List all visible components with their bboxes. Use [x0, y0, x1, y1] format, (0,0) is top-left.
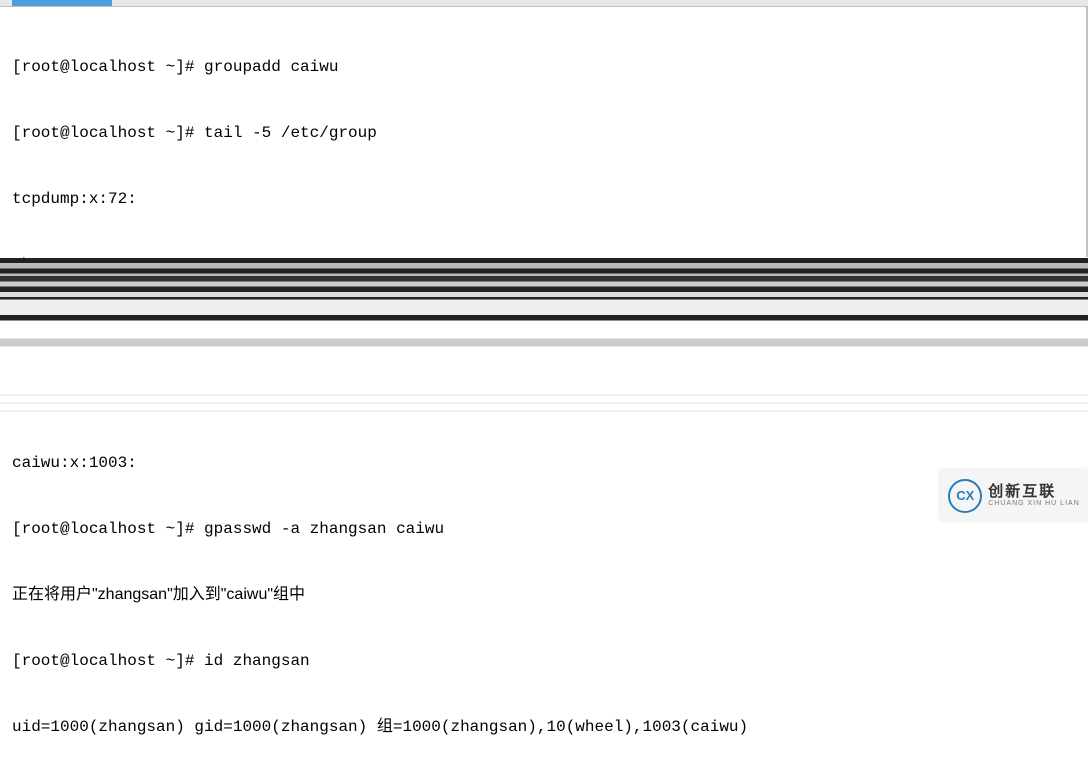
watermark-logo-icon: CX — [948, 479, 982, 513]
output-line: caiwu:x:1003: — [12, 452, 1076, 474]
cmd-line: [root@localhost ~]# groupadd caiwu — [12, 56, 1076, 78]
command: tail -5 /etc/group — [204, 124, 377, 142]
cmd-line: [root@localhost ~]# gpasswd -a zhangsan … — [12, 518, 1076, 540]
prompt: [root@localhost ~]# — [12, 58, 204, 76]
command: id zhangsan — [204, 652, 310, 670]
output-line: tcpdump:x:72: — [12, 188, 1076, 210]
output-line-cn: 正在将用户"zhangsan"加入到"caiwu"组中 — [12, 584, 1076, 606]
command: gpasswd -a zhangsan caiwu — [204, 520, 444, 538]
watermark-text: 创新互联 CHUANG XIN HU LIAN — [988, 484, 1080, 508]
watermark: CX 创新互联 CHUANG XIN HU LIAN — [940, 470, 1088, 522]
active-tab[interactable] — [12, 0, 112, 6]
logo-text: CX — [956, 485, 974, 507]
rendering-artifact — [0, 258, 1088, 388]
rendering-artifact — [0, 388, 1088, 418]
prompt: [root@localhost ~]# — [12, 652, 204, 670]
cmd-line: [root@localhost ~]# id zhangsan — [12, 650, 1076, 672]
cmd-line: [root@localhost ~]# tail -5 /etc/group — [12, 122, 1076, 144]
prompt: [root@localhost ~]# — [12, 124, 204, 142]
prompt: [root@localhost ~]# — [12, 520, 204, 538]
tab-bar — [0, 0, 1088, 7]
command: groupadd caiwu — [204, 58, 338, 76]
watermark-name-en: CHUANG XIN HU LIAN — [988, 500, 1080, 508]
watermark-name-cn: 创新互联 — [988, 484, 1080, 501]
output-line: uid=1000(zhangsan) gid=1000(zhangsan) 组=… — [12, 716, 1076, 738]
